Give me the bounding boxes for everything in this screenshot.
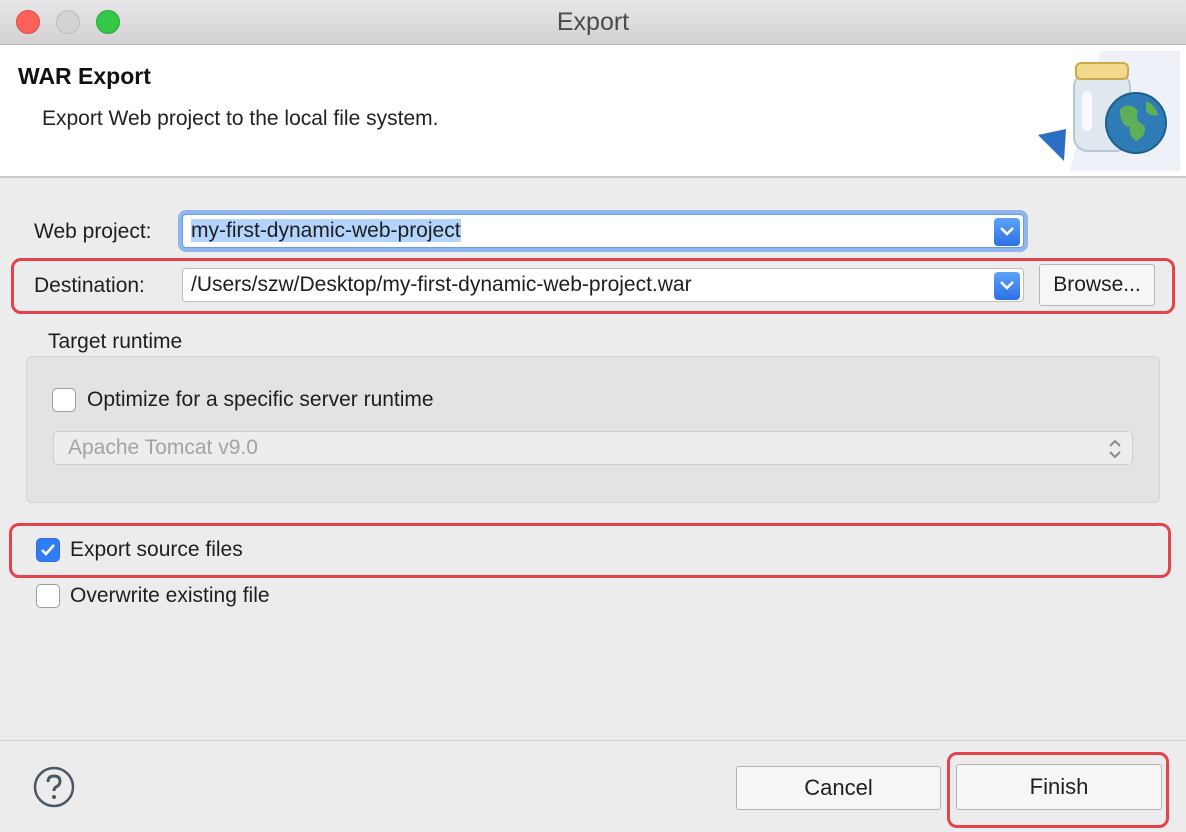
- window-title: Export: [556, 8, 630, 36]
- destination-value: /Users/szw/Desktop/my-first-dynamic-web-…: [191, 273, 692, 296]
- web-project-combobox[interactable]: my-first-dynamic-web-project: [182, 214, 1024, 248]
- web-project-label: Web project:: [34, 220, 152, 243]
- updown-chevron-icon: [1109, 439, 1121, 459]
- war-export-wizard-icon: [1038, 51, 1180, 171]
- optimize-runtime-checkbox[interactable]: [52, 388, 76, 412]
- overwrite-label: Overwrite existing file: [70, 584, 270, 607]
- help-icon[interactable]: [33, 766, 75, 808]
- chevron-down-icon[interactable]: [994, 218, 1020, 246]
- footer-divider: [0, 740, 1186, 741]
- optimize-runtime-label: Optimize for a specific server runtime: [87, 388, 434, 411]
- title-bar: Export: [0, 0, 1186, 45]
- export-source-checkbox[interactable]: [36, 538, 60, 562]
- wizard-description: Export Web project to the local file sys…: [42, 107, 439, 130]
- destination-combobox[interactable]: /Users/szw/Desktop/my-first-dynamic-web-…: [182, 268, 1024, 302]
- runtime-select: Apache Tomcat v9.0: [53, 431, 1133, 465]
- wizard-title: WAR Export: [18, 63, 151, 89]
- runtime-select-value: Apache Tomcat v9.0: [68, 436, 258, 459]
- web-project-value: my-first-dynamic-web-project: [191, 219, 461, 242]
- checkmark-icon: [41, 544, 55, 556]
- overwrite-checkbox[interactable]: [36, 584, 60, 608]
- browse-button[interactable]: Browse...: [1039, 264, 1155, 306]
- target-runtime-group-label: Target runtime: [48, 330, 183, 353]
- finish-button[interactable]: Finish: [956, 764, 1162, 810]
- export-source-label: Export source files: [70, 538, 243, 561]
- wizard-header: WAR Export Export Web project to the loc…: [0, 45, 1186, 178]
- destination-label: Destination:: [34, 274, 145, 297]
- cancel-button[interactable]: Cancel: [736, 766, 941, 810]
- chevron-down-icon[interactable]: [994, 272, 1020, 300]
- target-runtime-group: [26, 356, 1160, 503]
